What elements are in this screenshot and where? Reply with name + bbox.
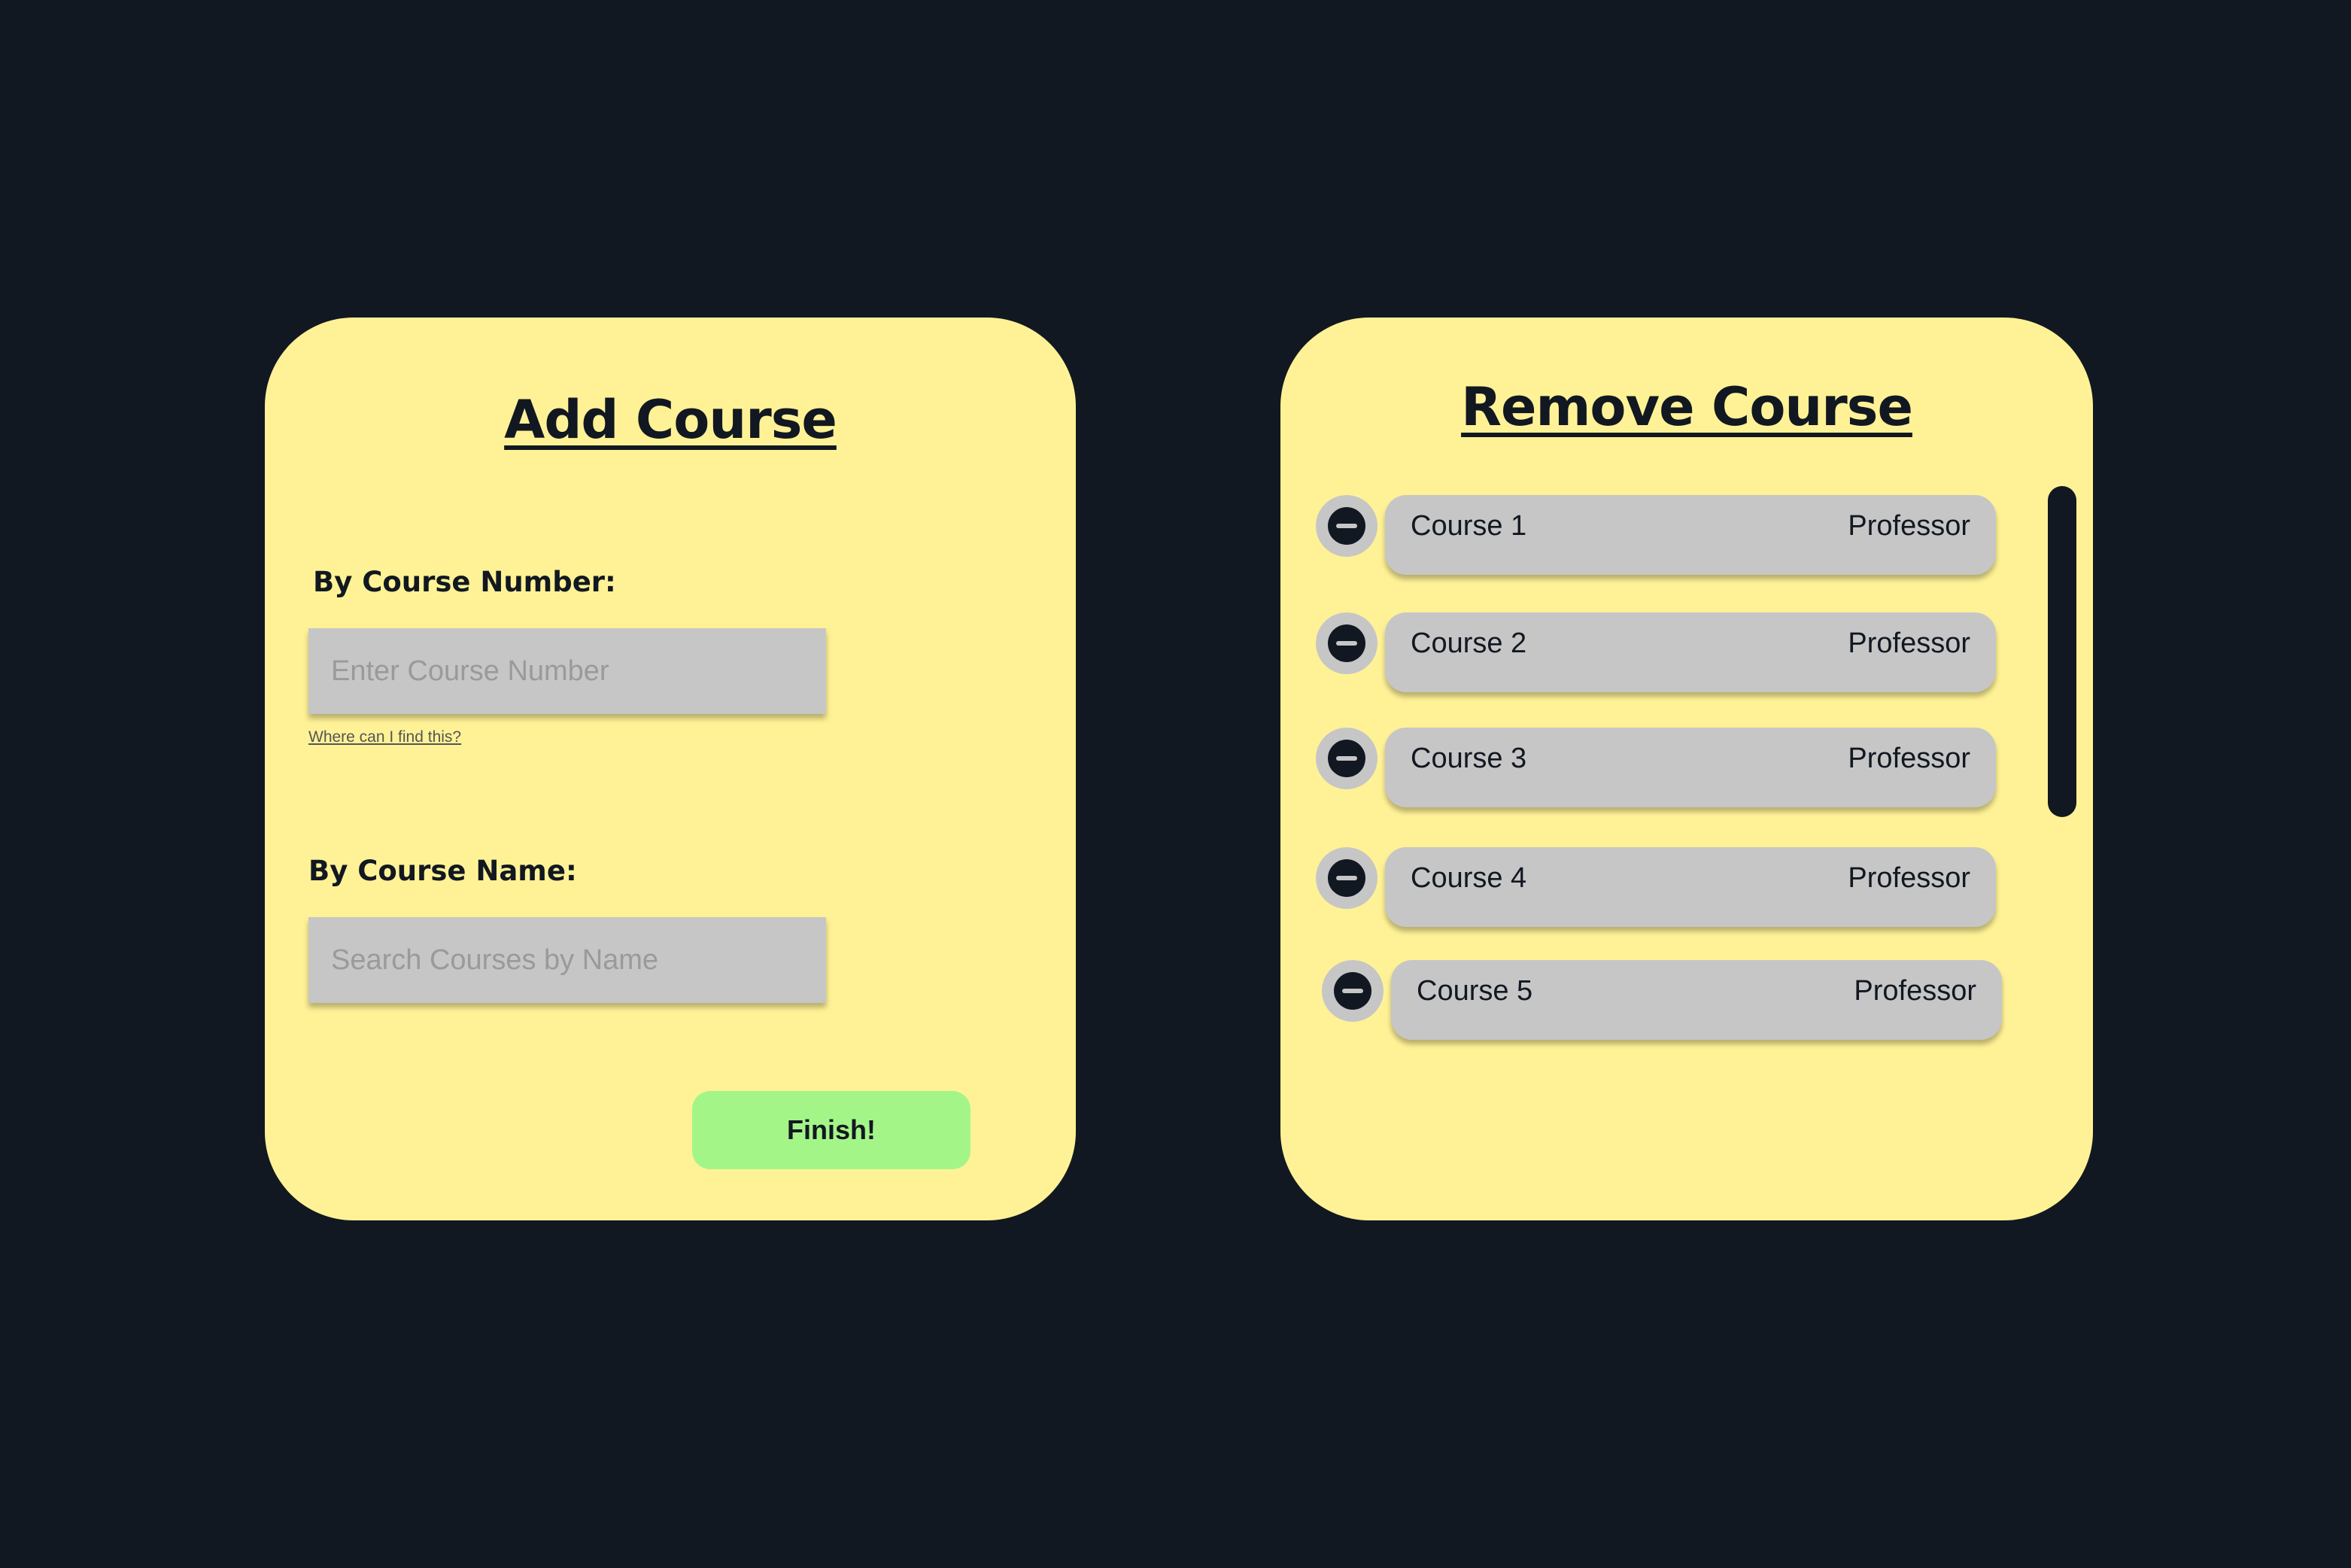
remove-course-card: Remove Course Course 1 Professor Course … [1280, 318, 2093, 1220]
remove-course-title: Remove Course [1461, 376, 1913, 438]
minus-circle-icon [1334, 972, 1371, 1010]
course-row: Course 3 Professor [1316, 728, 2002, 815]
course-number-label: By Course Number: [313, 566, 616, 598]
course-professor: Professor [1848, 862, 1970, 894]
course-item[interactable]: Course 4 Professor [1385, 847, 1996, 927]
remove-course-button[interactable] [1316, 612, 1377, 674]
course-name: Course 5 [1417, 975, 1533, 1007]
finish-button[interactable]: Finish! [692, 1091, 970, 1169]
course-professor: Professor [1848, 743, 1970, 774]
minus-circle-icon [1328, 859, 1365, 897]
course-list-scrollbar[interactable] [2048, 486, 2076, 817]
course-professor: Professor [1854, 975, 1976, 1007]
where-can-i-find-this-link[interactable]: Where can I find this? [308, 728, 461, 746]
course-item[interactable]: Course 3 Professor [1385, 728, 1996, 807]
course-number-input[interactable] [308, 628, 826, 714]
remove-course-button[interactable] [1316, 728, 1377, 789]
course-name: Course 4 [1411, 862, 1527, 894]
minus-circle-icon [1328, 624, 1365, 662]
course-name: Course 3 [1411, 743, 1527, 774]
course-name-search-input[interactable] [308, 917, 826, 1003]
course-name-label: By Course Name: [308, 855, 577, 887]
course-item[interactable]: Course 2 Professor [1385, 612, 1996, 692]
course-professor: Professor [1848, 628, 1970, 659]
minus-circle-icon [1328, 507, 1365, 545]
remove-course-button[interactable] [1322, 960, 1384, 1022]
course-name: Course 2 [1411, 628, 1527, 659]
add-course-title: Add Course [504, 389, 837, 451]
course-row: Course 4 Professor [1316, 847, 2002, 934]
course-name: Course 1 [1411, 510, 1527, 542]
course-row: Course 2 Professor [1316, 612, 2002, 700]
course-row: Course 1 Professor [1316, 495, 2002, 582]
course-item[interactable]: Course 1 Professor [1385, 495, 1996, 575]
minus-circle-icon [1328, 740, 1365, 777]
add-course-card: Add Course By Course Number: Where can I… [265, 318, 1076, 1220]
remove-course-button[interactable] [1316, 495, 1377, 557]
course-item[interactable]: Course 5 Professor [1391, 960, 2002, 1040]
remove-course-button[interactable] [1316, 847, 1377, 909]
course-professor: Professor [1848, 510, 1970, 542]
course-row: Course 5 Professor [1322, 960, 2008, 1047]
